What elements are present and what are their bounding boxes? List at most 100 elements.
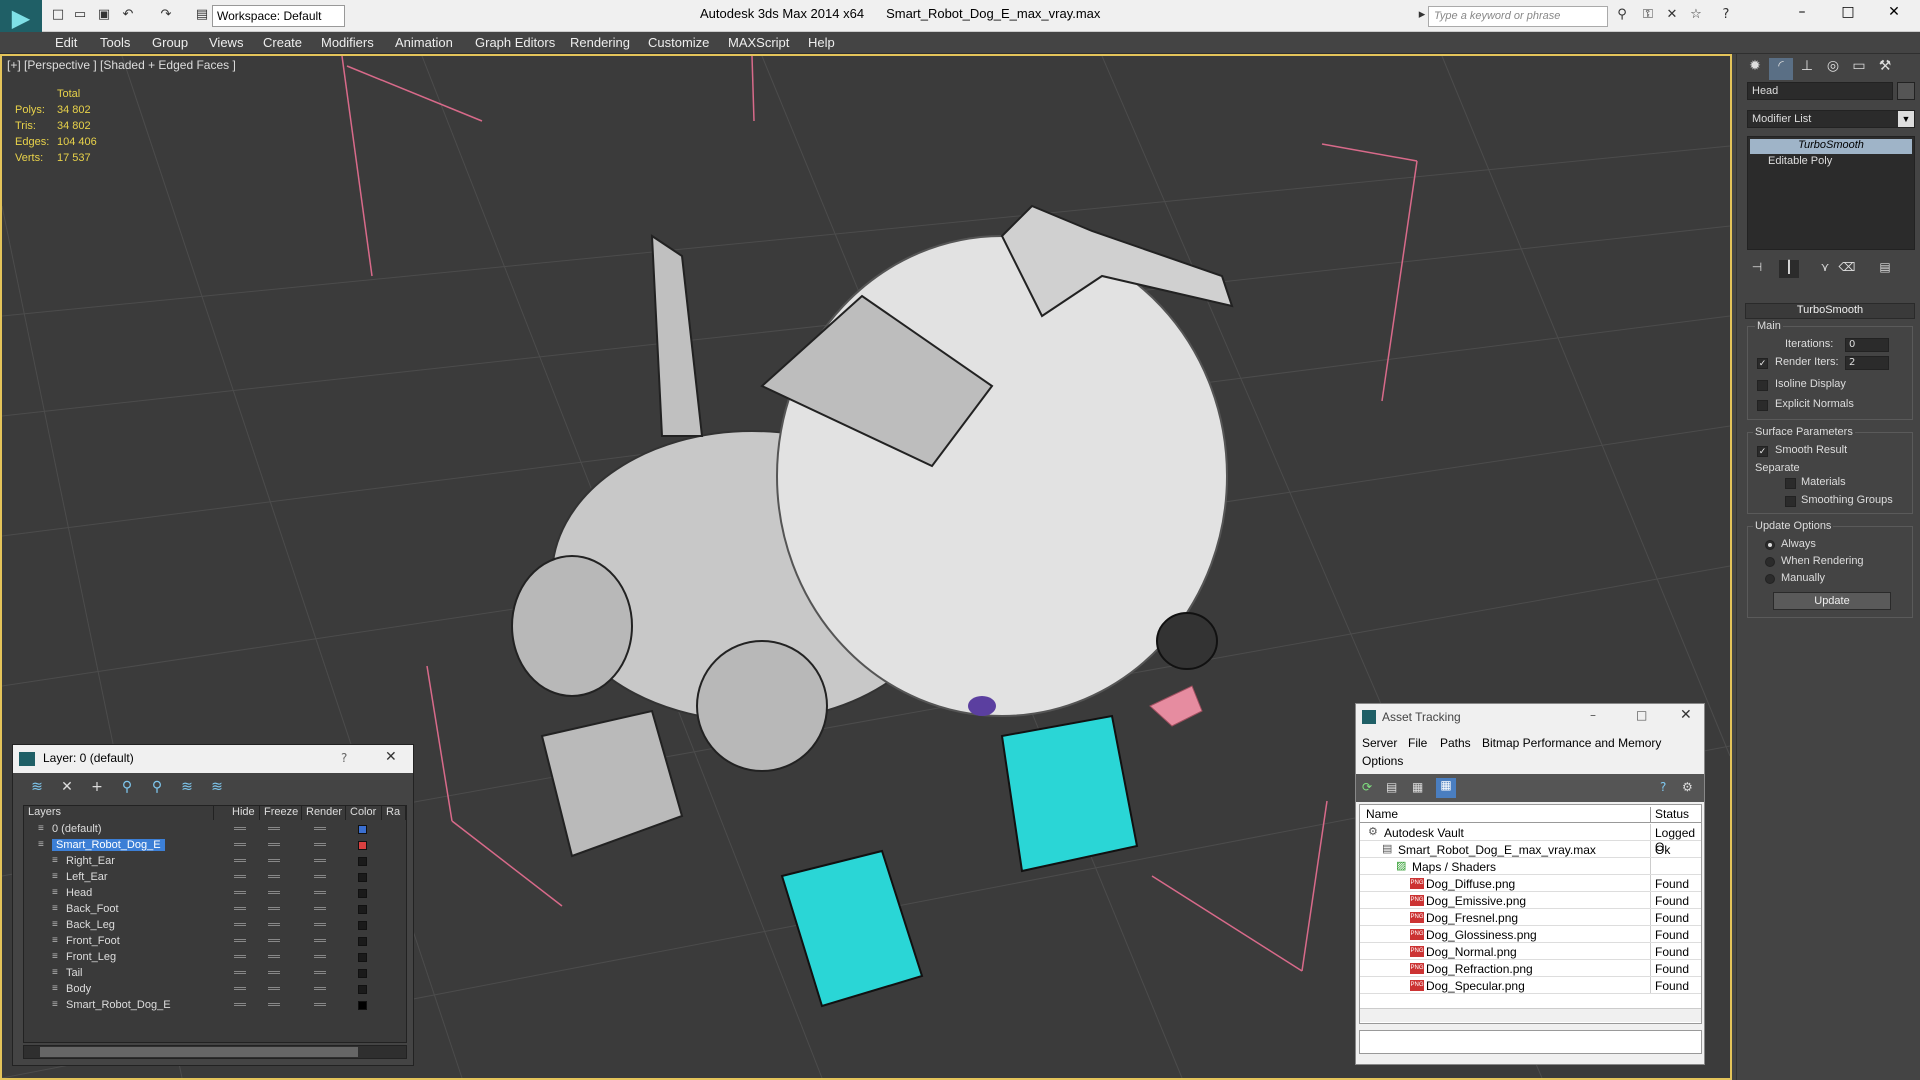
layer-color-swatch[interactable]: [358, 841, 367, 850]
layer-toggle[interactable]: [234, 843, 246, 846]
hierarchy-tab-icon[interactable]: ⊥: [1795, 58, 1819, 80]
refresh-icon[interactable]: ⟳: [1362, 780, 1372, 794]
menu-server[interactable]: Server: [1362, 736, 1397, 750]
menu-bitmap-performance[interactable]: Bitmap Performance and Memory: [1482, 736, 1661, 750]
motion-tab-icon[interactable]: ◎: [1821, 58, 1845, 80]
materials-checkbox[interactable]: [1785, 478, 1796, 489]
menu-file[interactable]: File: [1408, 736, 1427, 750]
close-icon[interactable]: ✕: [385, 749, 397, 765]
update-button[interactable]: Update: [1773, 592, 1891, 610]
layer-row[interactable]: ≡ Left_Ear: [24, 870, 406, 886]
modifier-list-dropdown[interactable]: Modifier List ▼: [1747, 110, 1915, 128]
layer-toggle[interactable]: [268, 859, 280, 862]
layer-toggle[interactable]: [234, 1003, 246, 1006]
layer-toggle[interactable]: [268, 955, 280, 958]
iterations-spinner[interactable]: 0: [1845, 338, 1889, 352]
project-folder-icon[interactable]: ▤: [194, 7, 210, 23]
render-iters-checkbox[interactable]: ✓: [1757, 358, 1768, 369]
layer-row[interactable]: ≡ Front_Foot: [24, 934, 406, 950]
layer-row[interactable]: ≡ Right_Ear: [24, 854, 406, 870]
select-objects-icon[interactable]: ⚲: [117, 777, 137, 797]
save-icon[interactable]: ▣: [96, 7, 112, 23]
add-to-layer-icon[interactable]: +: [87, 777, 107, 797]
asset-row[interactable]: PNG Dog_Diffuse.png Found: [1360, 875, 1701, 892]
layer-toggle[interactable]: [234, 827, 246, 830]
new-file-icon[interactable]: □: [50, 7, 66, 23]
layer-toggle[interactable]: [314, 875, 326, 878]
layer-toggle[interactable]: [234, 923, 246, 926]
menu-modifiers[interactable]: Modifiers: [321, 35, 374, 50]
menu-options[interactable]: Options: [1362, 754, 1403, 768]
maximize-icon[interactable]: □: [1636, 708, 1647, 722]
layer-row[interactable]: ≡ Back_Foot: [24, 902, 406, 918]
viewport-label[interactable]: [+] [Perspective ] [Shaded + Edged Faces…: [7, 58, 236, 72]
layer-color-swatch[interactable]: [358, 905, 367, 914]
layer-toggle[interactable]: [234, 939, 246, 942]
layer-row[interactable]: ≡ Tail: [24, 966, 406, 982]
asset-row[interactable]: ⚙ Autodesk Vault Logged O: [1360, 824, 1701, 854]
pin-stack-icon[interactable]: ⊣: [1747, 260, 1767, 278]
menu-help[interactable]: Help: [808, 35, 835, 50]
thumbnail-view-icon[interactable]: ▦: [1412, 780, 1423, 794]
layer-toggle[interactable]: [314, 1003, 326, 1006]
layer-color-swatch[interactable]: [358, 969, 367, 978]
menu-group[interactable]: Group: [152, 35, 188, 50]
layer-row[interactable]: ≡ Head: [24, 886, 406, 902]
layer-toggle[interactable]: [268, 971, 280, 974]
layer-color-swatch[interactable]: [358, 857, 367, 866]
help-icon[interactable]: ?: [1660, 780, 1666, 794]
minimize-icon[interactable]: –: [1790, 4, 1814, 26]
layer-toggle[interactable]: [234, 971, 246, 974]
menu-views[interactable]: Views: [209, 35, 243, 50]
settings-icon[interactable]: ⚙: [1682, 780, 1693, 794]
undo-icon[interactable]: ↶: [120, 7, 136, 23]
layer-color-swatch[interactable]: [358, 953, 367, 962]
close-icon[interactable]: ✕: [1680, 707, 1692, 723]
layer-toggle[interactable]: [268, 1003, 280, 1006]
menu-tools[interactable]: Tools: [100, 35, 130, 50]
show-end-result-icon[interactable]: ┃: [1779, 260, 1799, 278]
col-color[interactable]: Color: [346, 806, 382, 820]
layer-toggle[interactable]: [234, 891, 246, 894]
col-radiosity[interactable]: Ra: [382, 806, 406, 820]
display-tab-icon[interactable]: ▭: [1847, 58, 1871, 80]
layer-color-swatch[interactable]: [358, 921, 367, 930]
remove-modifier-icon[interactable]: ⌫: [1837, 260, 1857, 278]
highlight-layer-icon[interactable]: ⚲: [147, 777, 167, 797]
col-layers[interactable]: Layers: [24, 806, 214, 820]
help-icon[interactable]: ?: [341, 751, 347, 765]
search-input[interactable]: Type a keyword or phrase: [1428, 6, 1608, 27]
asset-row[interactable]: PNG Dog_Glossiness.png Found: [1360, 926, 1701, 943]
asset-row[interactable]: ▤ Smart_Robot_Dog_E_max_vray.max Ok: [1360, 841, 1701, 858]
subscription-icon[interactable]: ⚿: [1640, 7, 1656, 23]
open-file-icon[interactable]: ▭: [72, 7, 88, 23]
app-logo-icon[interactable]: ▶: [0, 0, 42, 36]
binoculars-icon[interactable]: ⚲: [1614, 7, 1630, 23]
list-view-icon[interactable]: ▤: [1386, 780, 1397, 794]
menu-create[interactable]: Create: [263, 35, 302, 50]
asset-path-field[interactable]: [1359, 1030, 1702, 1054]
layer-toggle[interactable]: [234, 955, 246, 958]
layer-toggle[interactable]: [314, 923, 326, 926]
layer-row[interactable]: ≡ Smart_Robot_Dog_E: [24, 838, 406, 854]
close-icon[interactable]: ✕: [1882, 4, 1906, 26]
layer-toggle[interactable]: [314, 987, 326, 990]
col-name[interactable]: Name: [1366, 807, 1398, 821]
layer-toggle[interactable]: [314, 827, 326, 830]
stack-item-editable-poly[interactable]: Editable Poly: [1750, 155, 1912, 170]
smoothing-groups-checkbox[interactable]: [1785, 496, 1796, 507]
layer-row[interactable]: ≡ Front_Leg: [24, 950, 406, 966]
layer-toggle[interactable]: [234, 987, 246, 990]
favorites-star-icon[interactable]: ☆: [1688, 7, 1704, 23]
horizontal-scrollbar[interactable]: [1360, 1008, 1701, 1022]
configure-sets-icon[interactable]: ▤: [1875, 260, 1895, 278]
modify-tab-icon[interactable]: ◜: [1769, 58, 1793, 80]
layer-toggle[interactable]: [268, 891, 280, 894]
object-name-field[interactable]: Head: [1747, 82, 1893, 100]
layer-toggle[interactable]: [268, 875, 280, 878]
smooth-result-checkbox[interactable]: ✓: [1757, 446, 1768, 457]
layer-toggle[interactable]: [234, 859, 246, 862]
layer-toggle[interactable]: [268, 987, 280, 990]
layer-toggle[interactable]: [314, 907, 326, 910]
layer-color-swatch[interactable]: [358, 1001, 367, 1010]
